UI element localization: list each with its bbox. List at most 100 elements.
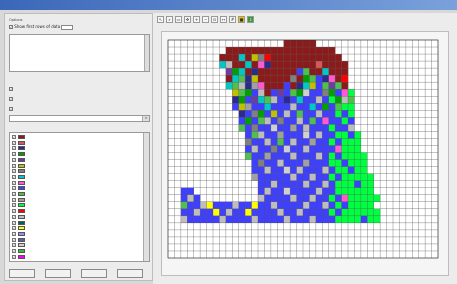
- heatmap-cell: [348, 180, 355, 188]
- heatmap-cell: [341, 61, 349, 69]
- heatmap-cell: [367, 201, 374, 209]
- show-first-rows-checkbox[interactable]: [9, 25, 13, 29]
- export-icon[interactable]: ⇩: [247, 16, 254, 23]
- heatmap-cell: [360, 194, 368, 202]
- legend-item[interactable]: [12, 203, 142, 208]
- heatmap-cell: [328, 96, 336, 104]
- legend-scrollbar[interactable]: [143, 133, 149, 261]
- legend-item[interactable]: [12, 163, 142, 169]
- legend-item-checkbox[interactable]: [12, 203, 16, 208]
- legend-item-checkbox[interactable]: [12, 163, 16, 168]
- legend-item[interactable]: [12, 214, 142, 220]
- heatmap-cell: [264, 138, 272, 146]
- legend-item-checkbox[interactable]: [12, 186, 16, 191]
- legend-item[interactable]: [12, 135, 142, 140]
- heatmap-cell: [245, 82, 252, 90]
- option-1-checkbox[interactable]: [9, 87, 13, 91]
- heatmap-cell: [251, 131, 259, 139]
- legend-item[interactable]: [12, 231, 142, 237]
- heatmap-cell: [283, 61, 291, 69]
- heatmap-cell: [290, 40, 297, 48]
- heatmap-cell: [270, 173, 278, 181]
- legend-item[interactable]: [12, 254, 142, 260]
- color-icon[interactable]: ■: [238, 16, 245, 23]
- legend-item[interactable]: [12, 146, 142, 151]
- heatmap-cell: [238, 103, 246, 111]
- legend-item-checkbox[interactable]: [12, 220, 16, 225]
- legend-item-checkbox[interactable]: [12, 197, 16, 202]
- option-2-checkbox[interactable]: [9, 97, 13, 101]
- legend-item-checkbox[interactable]: [12, 135, 16, 139]
- heatmap-cell: [322, 124, 329, 132]
- legend-item-checkbox[interactable]: [12, 209, 16, 214]
- rows-count-input[interactable]: [61, 24, 74, 30]
- bottom-button-3[interactable]: [81, 269, 107, 278]
- pointer-icon[interactable]: ↖: [157, 16, 164, 23]
- measure-icon[interactable]: ↔: [220, 16, 227, 23]
- grid-icon[interactable]: #: [229, 16, 236, 23]
- heatmap-cell: [258, 75, 265, 83]
- legend-item-checkbox[interactable]: [12, 226, 16, 231]
- legend-item[interactable]: [12, 174, 142, 180]
- legend-item[interactable]: [12, 249, 142, 254]
- option-3-checkbox[interactable]: [9, 107, 13, 111]
- bottom-button-4[interactable]: [117, 269, 143, 278]
- pan-icon[interactable]: ✥: [184, 16, 191, 23]
- legend-color-swatch: [18, 243, 25, 248]
- heatmap-cell: [283, 75, 291, 83]
- legend-item[interactable]: [12, 226, 142, 231]
- heatmap-cell: [335, 208, 342, 217]
- legend-item-checkbox[interactable]: [12, 237, 16, 242]
- legend-item-checkbox[interactable]: [12, 249, 16, 253]
- legend-item[interactable]: [12, 140, 142, 146]
- zoom-in-icon[interactable]: +: [193, 16, 200, 23]
- heatmap-cell: [341, 131, 349, 139]
- bottom-button-1[interactable]: [9, 269, 35, 278]
- legend-item[interactable]: [12, 192, 142, 197]
- legend-item-checkbox[interactable]: [12, 231, 16, 236]
- heatmap-cell: [367, 208, 374, 217]
- legend-item[interactable]: [12, 152, 142, 157]
- legend-item-checkbox[interactable]: [12, 157, 16, 162]
- legend-item[interactable]: [12, 169, 142, 174]
- chart-area[interactable]: [161, 31, 449, 276]
- description-textarea[interactable]: [9, 34, 150, 72]
- zoom-icon[interactable]: ⌕: [166, 16, 173, 23]
- legend-item[interactable]: [12, 237, 142, 243]
- legend-item[interactable]: [12, 197, 142, 203]
- legend-item-checkbox[interactable]: [12, 192, 16, 196]
- option-row-2: [9, 96, 150, 103]
- legend-item[interactable]: [12, 209, 142, 214]
- legend-item[interactable]: [12, 180, 142, 186]
- legend-item[interactable]: [12, 243, 142, 248]
- description-scrollbar[interactable]: [144, 35, 149, 71]
- legend-item[interactable]: [12, 186, 142, 191]
- bottom-button-2[interactable]: [45, 269, 71, 278]
- heatmap-cell: [303, 131, 310, 139]
- legend-item-checkbox[interactable]: [12, 254, 16, 259]
- heatmap-cell: [270, 152, 278, 160]
- heatmap-cell: [296, 117, 304, 125]
- legend-item-checkbox[interactable]: [12, 152, 16, 157]
- legend-item-checkbox[interactable]: [12, 174, 16, 179]
- legend-item[interactable]: [12, 157, 142, 163]
- legend-item[interactable]: [12, 220, 142, 226]
- legend-item-checkbox[interactable]: [12, 169, 16, 174]
- legend-item-checkbox[interactable]: [12, 214, 16, 219]
- heatmap-cell: [322, 194, 329, 202]
- heatmap-cell: [315, 145, 323, 153]
- legend-color-swatch: [18, 163, 25, 168]
- legend-item-checkbox[interactable]: [12, 243, 16, 248]
- legend-item-checkbox[interactable]: [12, 180, 16, 185]
- heatmap-cell: [219, 215, 227, 224]
- heatmap-cell: [322, 47, 329, 55]
- select-icon[interactable]: ▭: [175, 16, 182, 23]
- heatmap-cell: [277, 166, 284, 174]
- legend-item-checkbox[interactable]: [12, 140, 16, 145]
- fit-icon[interactable]: ⊡: [211, 16, 218, 23]
- legend-item-checkbox[interactable]: [12, 146, 16, 151]
- legend-list[interactable]: [9, 132, 150, 262]
- display-select[interactable]: ▾: [9, 115, 150, 122]
- heatmap-cell: [270, 117, 278, 125]
- zoom-out-icon[interactable]: −: [202, 16, 209, 23]
